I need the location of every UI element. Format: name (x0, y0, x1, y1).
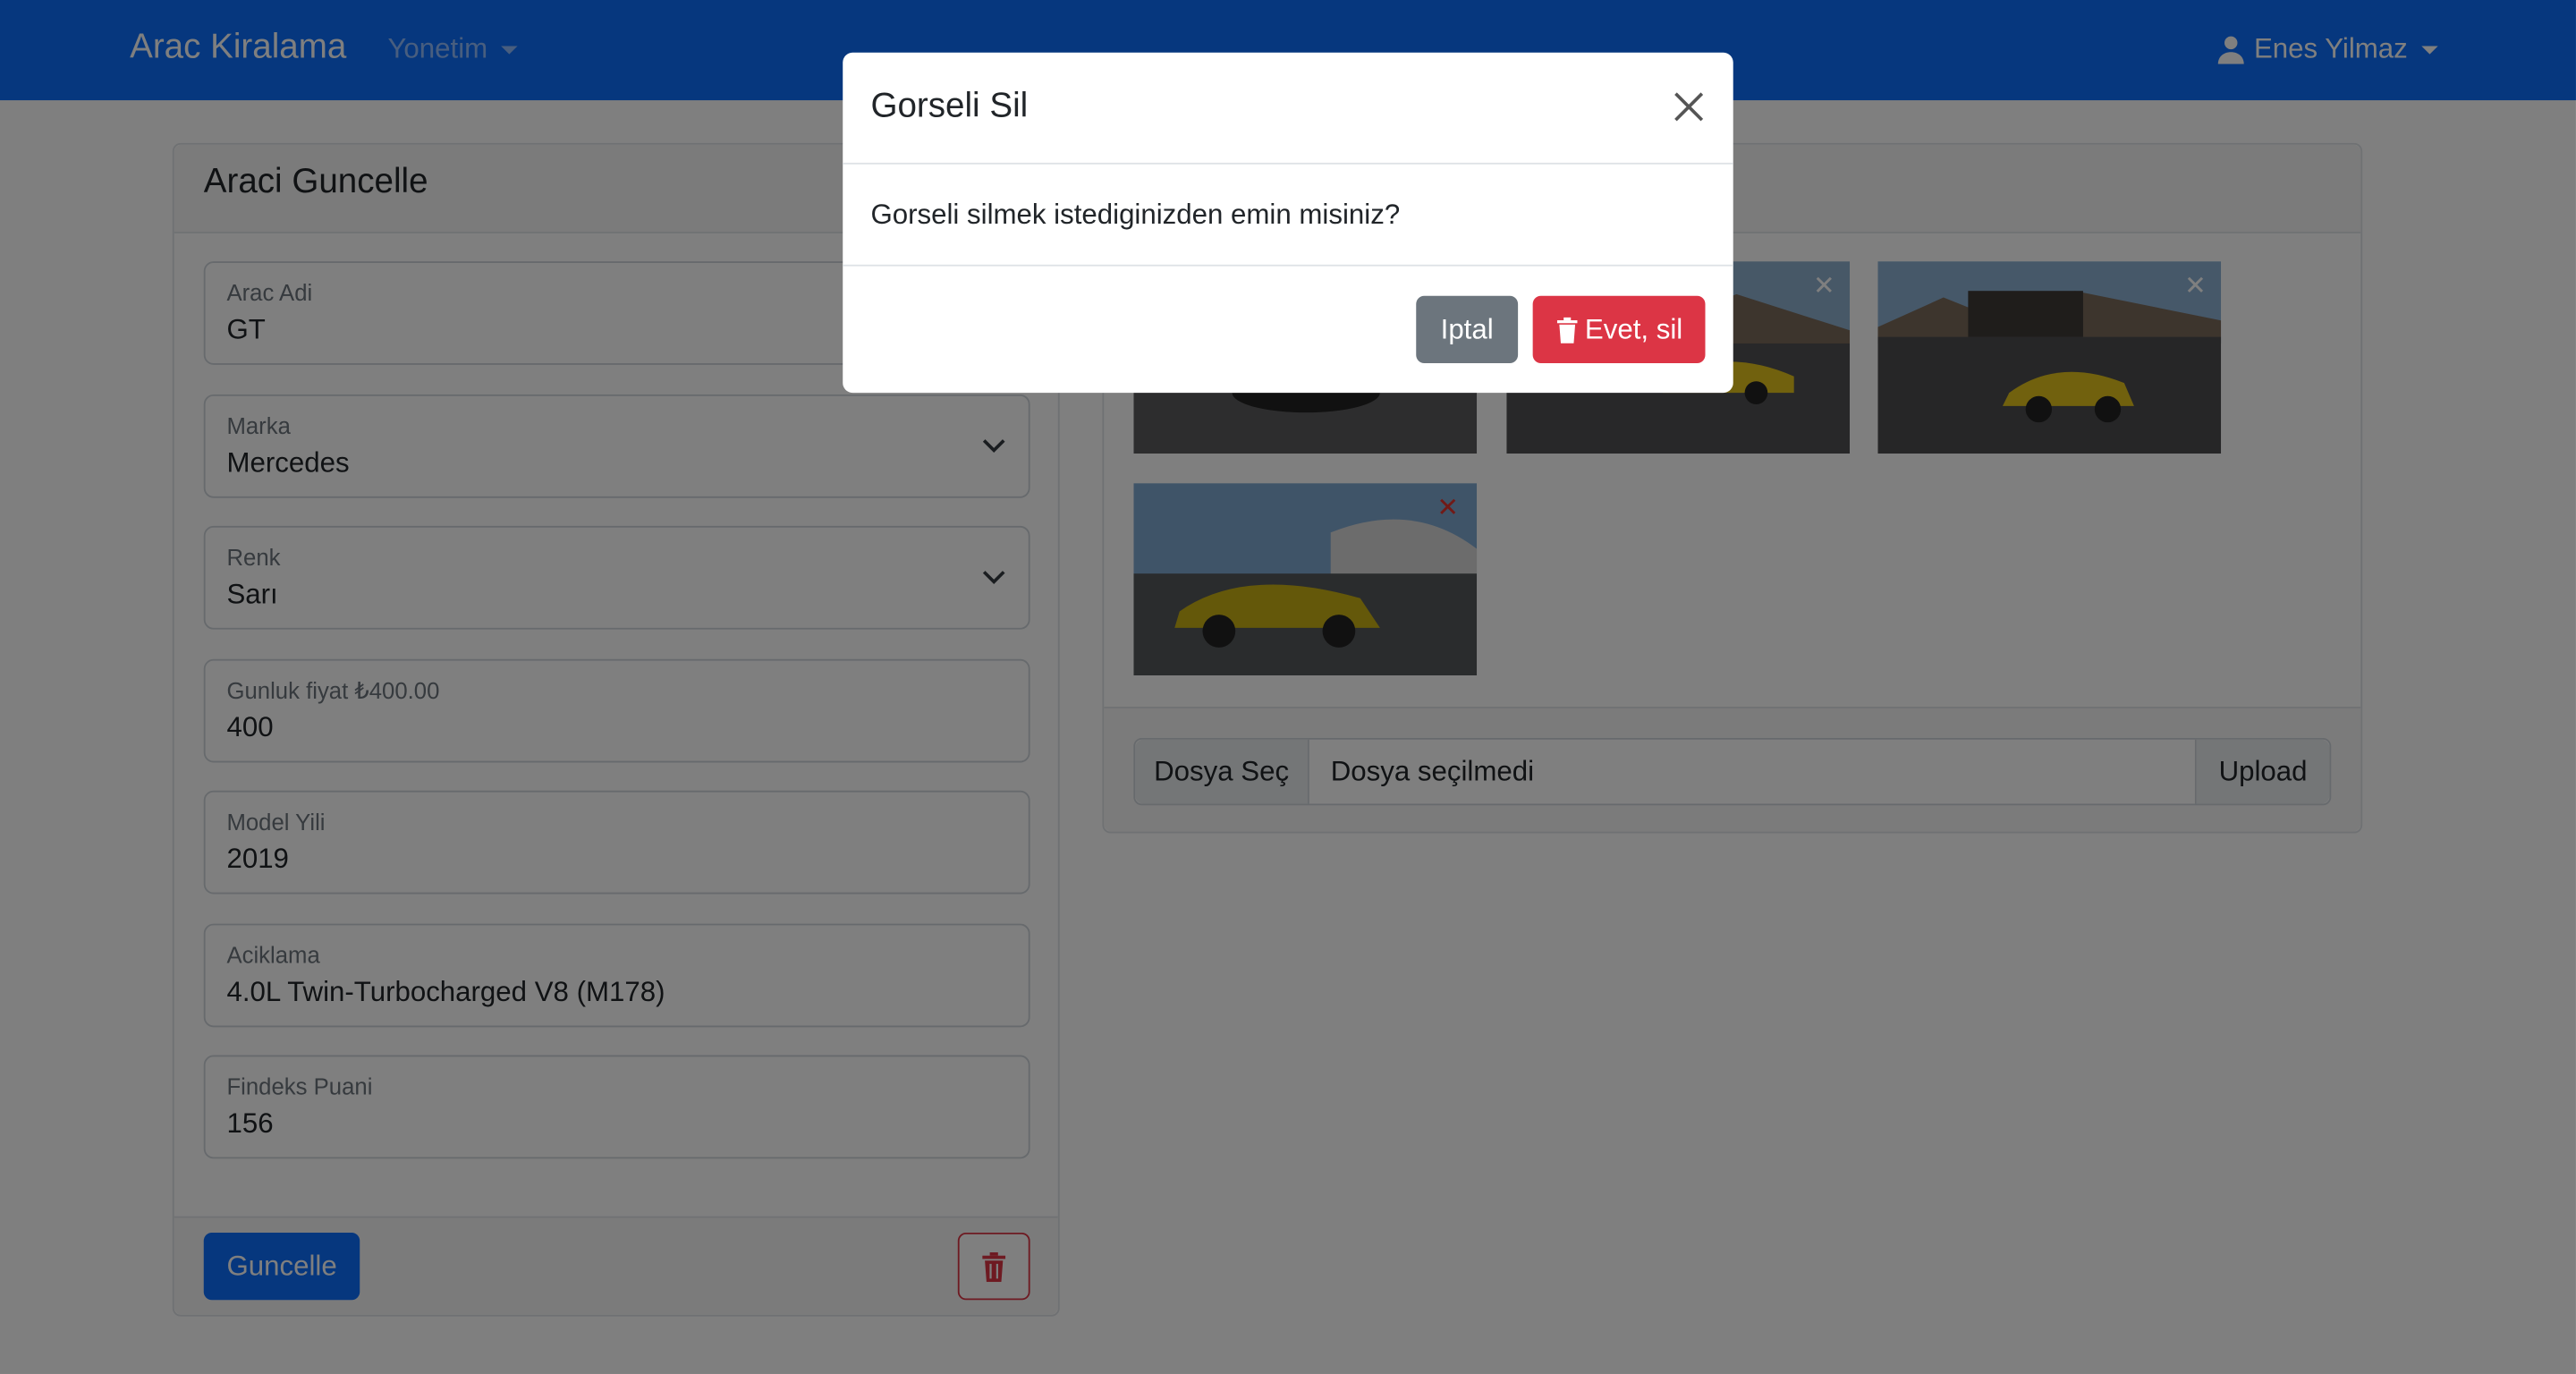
delete-image-modal: Gorseli Sil Gorseli silmek istediginizde… (843, 52, 1733, 394)
confirm-delete-label: Evet, sil (1584, 313, 1683, 344)
close-icon[interactable] (1673, 90, 1706, 123)
modal-footer: Iptal Evet, sil (843, 264, 1733, 393)
confirm-delete-button[interactable]: Evet, sil (1532, 295, 1706, 364)
page: Arac Kiralama Yonetim Enes Yilmaz Araci … (0, 0, 2576, 1374)
modal-title: Gorseli Sil (870, 87, 1029, 125)
modal-header: Gorseli Sil (843, 53, 1733, 165)
trash-icon (1556, 316, 1577, 343)
cancel-button[interactable]: Iptal (1416, 295, 1519, 364)
modal-message: Gorseli silmek istediginizden emin misin… (870, 199, 1401, 231)
